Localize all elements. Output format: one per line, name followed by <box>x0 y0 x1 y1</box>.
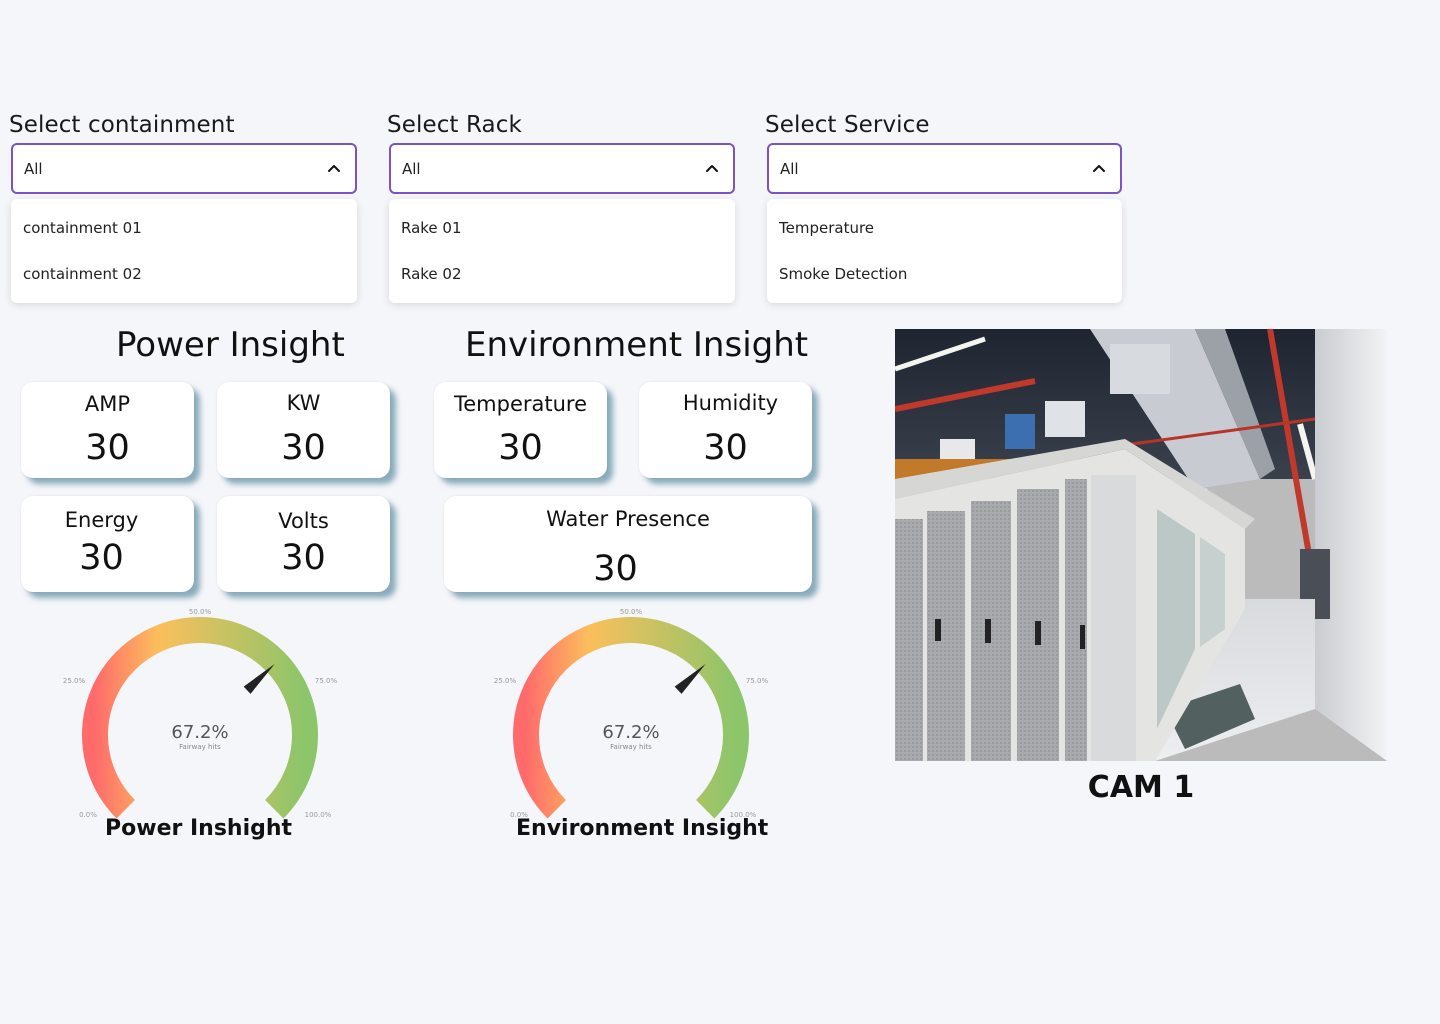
environment-gauge: 67.2% Fairway hits 50.0% 25.0% 75.0% 0.0… <box>481 600 781 820</box>
gauge-tick: 0.0% <box>79 811 97 819</box>
filter-label: Select containment <box>9 112 235 138</box>
select-value: All <box>24 159 43 178</box>
card-value: 30 <box>498 428 543 468</box>
gauge-tick: 50.0% <box>189 608 212 616</box>
card-label: Humidity <box>682 391 779 415</box>
card-label: Energy <box>64 508 139 532</box>
gauge-needle <box>674 664 706 694</box>
power-insight-title: Power Insight <box>116 325 345 365</box>
card-value: 30 <box>281 538 326 578</box>
amp-card: AMP 30 <box>21 382 194 478</box>
menu-item[interactable]: containment 01 <box>11 205 357 251</box>
card-value: 30 <box>703 428 748 468</box>
filter-label: Select Service <box>765 112 930 138</box>
card-value: 30 <box>593 549 638 589</box>
power-gauge-caption: Power Inshight <box>105 816 293 841</box>
containment-menu: containment 01 containment 02 <box>11 199 357 303</box>
card-label: Temperature <box>453 392 588 416</box>
select-value: All <box>780 159 799 178</box>
card-label: KW <box>286 391 321 415</box>
camera-feed-image <box>895 329 1387 761</box>
chevron-up-icon <box>328 164 340 172</box>
humidity-card: Humidity 30 <box>639 382 812 478</box>
chevron-up-icon <box>706 164 718 172</box>
gauge-value: 67.2% <box>171 722 228 743</box>
temperature-card: Temperature 30 <box>434 382 607 478</box>
gauge-svg: 67.2% Fairway hits 50.0% 25.0% 75.0% 0.0… <box>63 608 338 819</box>
card-label: Volts <box>278 509 329 533</box>
card-label: Water Presence <box>546 507 710 531</box>
menu-item[interactable]: Rake 01 <box>389 205 735 251</box>
volts-card: Volts 30 <box>217 496 390 592</box>
select-value: All <box>402 159 421 178</box>
card-value: 30 <box>79 538 124 578</box>
gauge-needle <box>243 664 275 694</box>
chevron-up-icon <box>1093 164 1105 172</box>
rack-menu: Rake 01 Rake 02 <box>389 199 735 303</box>
card-value: 30 <box>85 428 130 468</box>
service-select[interactable]: All <box>767 143 1122 194</box>
menu-item[interactable]: Smoke Detection <box>767 251 1122 297</box>
menu-item[interactable]: Temperature <box>767 205 1122 251</box>
camera-caption: CAM 1 <box>1087 770 1195 805</box>
card-label: AMP <box>84 392 131 416</box>
menu-item[interactable]: Rake 02 <box>389 251 735 297</box>
containment-select[interactable]: All <box>11 143 357 194</box>
gauge-arc <box>82 617 318 819</box>
card-value: 30 <box>281 428 326 468</box>
filter-label: Select Rack <box>387 112 522 138</box>
menu-item[interactable]: containment 02 <box>11 251 357 297</box>
rack-select[interactable]: All <box>389 143 735 194</box>
environment-insight-title: Environment Insight <box>465 325 809 365</box>
gauge-tick: 25.0% <box>494 677 517 685</box>
gauge-tick: 75.0% <box>746 677 769 685</box>
gauge-tick: 100.0% <box>305 811 332 819</box>
gauge-value: 67.2% <box>602 722 659 743</box>
gauge-svg: 67.2% Fairway hits 50.0% 25.0% 75.0% 0.0… <box>494 608 769 819</box>
gauge-tick: 75.0% <box>315 677 338 685</box>
water-presence-card: Water Presence 30 <box>444 496 812 592</box>
server-room-illustration <box>895 329 1387 761</box>
kw-card: KW 30 <box>217 382 390 478</box>
gauge-arc <box>513 617 749 819</box>
energy-card: Energy 30 <box>21 496 194 592</box>
power-gauge: 67.2% Fairway hits 50.0% 25.0% 75.0% 0.0… <box>50 600 350 820</box>
gauge-sub-label: Fairway hits <box>610 743 652 751</box>
gauge-sub-label: Fairway hits <box>179 743 221 751</box>
environment-gauge-caption: Environment Insight <box>516 816 769 841</box>
service-menu: Temperature Smoke Detection <box>767 199 1122 303</box>
gauge-tick: 25.0% <box>63 677 86 685</box>
gauge-tick: 50.0% <box>620 608 643 616</box>
